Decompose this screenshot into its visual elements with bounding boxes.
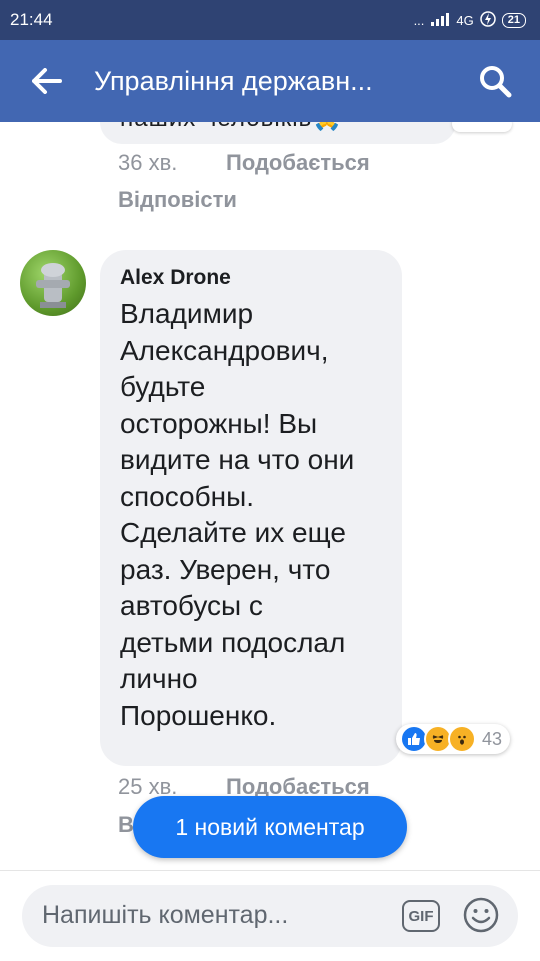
wow-reaction-icon [448, 725, 476, 753]
comment-placeholder: Напишіть коментар... [42, 901, 289, 929]
previous-like-button[interactable]: Подобається [226, 150, 370, 176]
comment-line: осторожны! Вы [120, 407, 318, 439]
previous-comment-text: наших человіків🙏 [120, 122, 343, 133]
comment-line: лично [120, 663, 198, 694]
status-bar: 21:44 ... 4G 21 [0, 0, 540, 40]
comment-line: автобусы с [120, 590, 263, 621]
comment-bubble: Alex Drone Владимир Александрович, будьт… [100, 250, 402, 766]
comment-line: раз. Уверен, что [120, 553, 331, 585]
reply-button[interactable]: В [118, 812, 134, 838]
back-arrow-icon [32, 68, 62, 94]
reaction-summary[interactable]: 43 [396, 724, 511, 754]
page-title: Управління державн... [94, 65, 373, 96]
comment-line: Александрович, [120, 334, 329, 366]
app-bar: Управління державн... [0, 40, 540, 122]
comment-input[interactable]: Напишіть коментар... GIF [22, 885, 518, 947]
charging-icon [480, 10, 496, 30]
previous-comment-time: 36 хв. [118, 150, 178, 175]
avatar-hydrant-image [36, 263, 70, 308]
search-button[interactable] [472, 58, 518, 104]
smiley-icon [463, 897, 499, 933]
emoji-button[interactable] [462, 896, 500, 939]
back-button[interactable] [24, 58, 70, 104]
comment-line: Порошенко. [120, 699, 277, 731]
network-type: 4G [456, 12, 474, 28]
clock: 21:44 [10, 10, 53, 29]
comment-line: видите на что они [120, 444, 355, 475]
comment-line: детьми подослал [120, 626, 346, 658]
comment-composer: Напишіть коментар... GIF [0, 870, 540, 961]
comment-line: способны. [120, 480, 255, 512]
dots-indicator: ... [413, 12, 425, 28]
avatar[interactable] [20, 250, 86, 316]
previous-reply-button[interactable]: Відповісти [118, 187, 237, 213]
status-icons: ... 4G 21 [413, 10, 526, 30]
previous-comment-bubble: наших человіків🙏 [100, 122, 456, 144]
battery-icon: 21 [501, 12, 526, 28]
new-comment-button[interactable]: 1 новий коментар [133, 796, 407, 858]
comment-line: Владимир [120, 298, 254, 329]
comment-author[interactable]: Alex Drone [120, 266, 231, 290]
comment-line: Сделайте их еще [120, 517, 346, 548]
previous-reactions[interactable] [452, 122, 512, 132]
comments-feed[interactable]: наших человіків🙏 36 хв. Подобається Відп… [0, 122, 540, 870]
reaction-count: 43 [482, 728, 503, 749]
search-icon [480, 66, 512, 98]
gif-button[interactable]: GIF [402, 900, 440, 932]
comment-body: Владимир Александрович, будьте осторожны… [120, 296, 390, 734]
comment-line: будьте [120, 371, 206, 402]
signal-icon [430, 12, 450, 29]
